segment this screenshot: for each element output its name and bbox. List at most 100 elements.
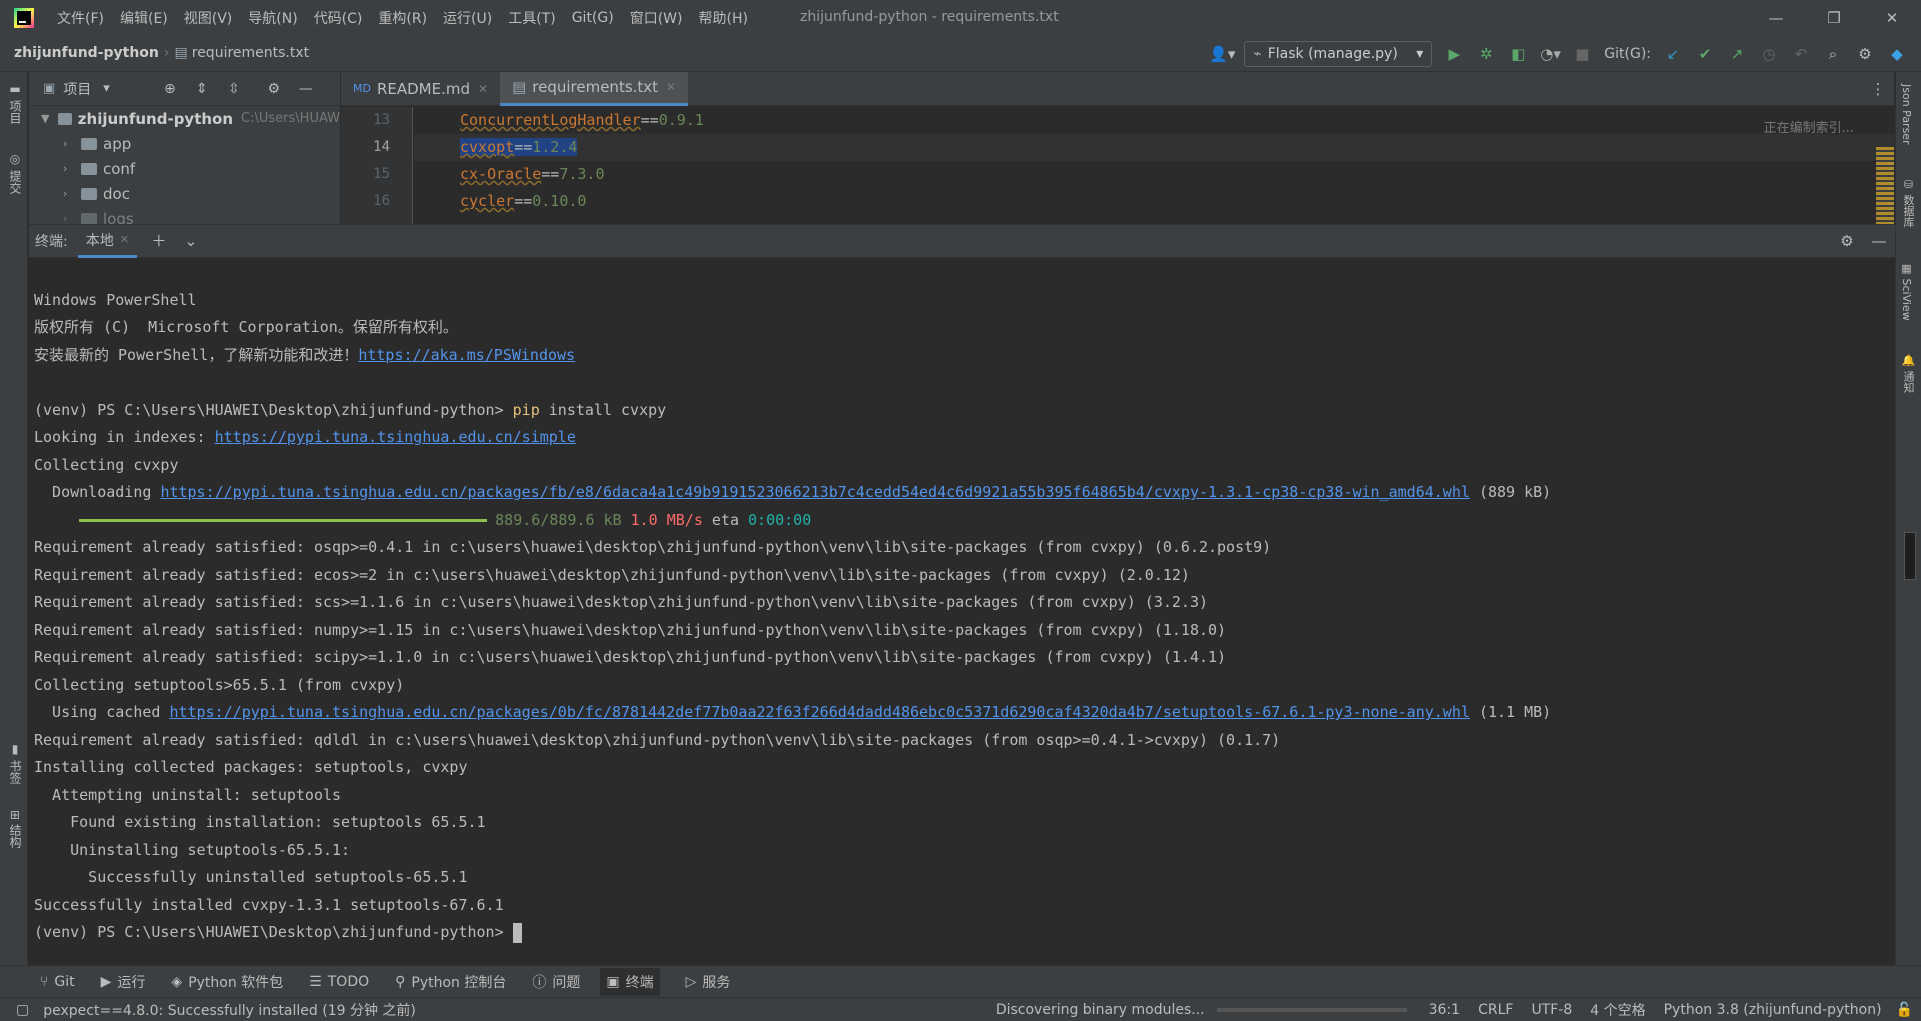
notifications-tab[interactable]: 🔔 通知 bbox=[1900, 354, 1916, 393]
toolwindow-python-console[interactable]: ⚲ Python 控制台 bbox=[395, 972, 506, 992]
close-tab-icon[interactable]: ✕ bbox=[666, 80, 676, 94]
toolwindow-git[interactable]: ⑂ Git bbox=[40, 974, 75, 990]
close-tab-icon[interactable]: ✕ bbox=[120, 233, 129, 246]
line-number: 13 bbox=[373, 112, 390, 128]
tree-item-doc[interactable]: › doc bbox=[29, 181, 340, 206]
jetbrains-toolbox-icon[interactable]: ◆ bbox=[1887, 44, 1907, 64]
expand-all-icon[interactable]: ⇕ bbox=[192, 79, 212, 99]
line-separator[interactable]: CRLF bbox=[1478, 1002, 1513, 1018]
terminal-tab-local[interactable]: 本地 ✕ bbox=[77, 224, 137, 258]
package-link[interactable]: https://pypi.tuna.tsinghua.edu.cn/packag… bbox=[169, 703, 1469, 721]
collapse-all-icon[interactable]: ⇳ bbox=[224, 79, 244, 99]
git-branch-icon: ⑂ bbox=[40, 973, 49, 990]
toolwindow-todo[interactable]: ☰ TODO bbox=[309, 974, 369, 990]
breadcrumb-file[interactable]: requirements.txt bbox=[192, 45, 309, 61]
restore-icon[interactable]: ❐ bbox=[1805, 9, 1863, 27]
menu-code[interactable]: 代码(C) bbox=[314, 8, 363, 28]
git-commit-icon[interactable]: ✔ bbox=[1695, 44, 1715, 64]
stop-icon[interactable]: ■ bbox=[1572, 44, 1592, 64]
project-toolwindow-tab[interactable]: ▬ 项目 bbox=[4, 82, 24, 124]
breadcrumb-project[interactable]: zhijunfund-python bbox=[14, 45, 159, 61]
menu-run[interactable]: 运行(U) bbox=[443, 8, 492, 28]
more-options-icon[interactable]: ⋮ bbox=[1868, 79, 1888, 99]
commit-toolwindow-tab[interactable]: ◎ 提交 bbox=[4, 152, 24, 194]
code-line[interactable]: ConcurrentLogHandler==0.9.1 bbox=[414, 107, 1894, 134]
menu-help[interactable]: 帮助(H) bbox=[698, 8, 747, 28]
add-terminal-icon[interactable]: ＋ bbox=[149, 231, 169, 251]
chevron-right-icon[interactable]: › bbox=[63, 187, 77, 200]
sciview-tab[interactable]: ▦ SciView bbox=[1900, 262, 1913, 321]
terminal-output[interactable]: Windows PowerShell 版权所有 (C) Microsoft Co… bbox=[29, 259, 1895, 965]
project-panel-title[interactable]: 项目 bbox=[63, 79, 91, 99]
toolwindow-problems[interactable]: ⓘ 问题 bbox=[532, 972, 580, 992]
profile-icon[interactable]: ◔▾ bbox=[1540, 44, 1561, 64]
git-history-icon[interactable]: ◷ bbox=[1759, 44, 1779, 64]
close-icon[interactable]: ✕ bbox=[1863, 9, 1921, 27]
bookmarks-toolwindow-tab[interactable]: ▮ 书签 bbox=[4, 742, 24, 784]
json-parser-tab[interactable]: Json Parser bbox=[1900, 84, 1913, 145]
git-push-icon[interactable]: ↗ bbox=[1727, 44, 1747, 64]
tab-requirements[interactable]: ▤ requirements.txt ✕ bbox=[500, 71, 689, 106]
hide-icon[interactable]: — bbox=[1869, 231, 1889, 251]
settings-icon[interactable]: ⚙ bbox=[1855, 44, 1875, 64]
chevron-down-icon[interactable]: ▾ bbox=[103, 81, 110, 96]
toolwindow-services[interactable]: ▷ 服务 bbox=[686, 972, 731, 992]
powershell-link[interactable]: https://aka.ms/PSWindows bbox=[358, 346, 575, 364]
run-config-select[interactable]: ⌁ Flask (manage.py) ▾ bbox=[1244, 41, 1433, 67]
chevron-right-icon[interactable]: › bbox=[63, 137, 77, 150]
file-encoding[interactable]: UTF-8 bbox=[1531, 1002, 1572, 1018]
python-interpreter[interactable]: Python 3.8 (zhijunfund-python) bbox=[1664, 1002, 1882, 1018]
chevron-down-icon[interactable]: ▼ bbox=[41, 112, 54, 125]
menu-window[interactable]: 窗口(W) bbox=[630, 8, 683, 28]
chevron-right-icon[interactable]: › bbox=[63, 212, 77, 224]
crosshair-icon[interactable]: ⊕ bbox=[160, 79, 180, 99]
database-tab[interactable]: ⛁ 数据库 bbox=[1900, 178, 1916, 228]
main-menu: 文件(F) 编辑(E) 视图(V) 导航(N) 代码(C) 重构(R) 运行(U… bbox=[57, 0, 764, 36]
lock-icon[interactable]: 🔓 bbox=[1896, 1002, 1913, 1018]
chevron-down-icon[interactable]: ⌄ bbox=[181, 231, 201, 251]
code-line[interactable]: cycler==0.10.0 bbox=[414, 188, 1894, 215]
hide-icon[interactable]: — bbox=[296, 79, 316, 99]
menu-view[interactable]: 视图(V) bbox=[184, 8, 233, 28]
code-line-current[interactable]: cvxopt==1.2.4 bbox=[414, 134, 1894, 161]
gear-icon[interactable]: ⚙ bbox=[1837, 231, 1857, 251]
status-message[interactable]: pexpect==4.8.0: Successfully installed (… bbox=[43, 1000, 996, 1020]
code-area[interactable]: ConcurrentLogHandler==0.9.1 cvxopt==1.2.… bbox=[414, 107, 1894, 257]
code-line[interactable]: cx-Oracle==7.3.0 bbox=[414, 161, 1894, 188]
git-rollback-icon[interactable]: ↶ bbox=[1791, 44, 1811, 64]
menu-file[interactable]: 文件(F) bbox=[57, 8, 104, 28]
background-task[interactable]: Discovering binary modules... bbox=[996, 1002, 1205, 1018]
tree-item-app[interactable]: › app bbox=[29, 131, 340, 156]
git-update-icon[interactable]: ↙ bbox=[1663, 44, 1683, 64]
toolwindow-terminal[interactable]: ▣ 终端 bbox=[600, 967, 660, 996]
toolwindow-run[interactable]: ▶ 运行 bbox=[101, 972, 146, 992]
toolwindow-python-packages[interactable]: ◈ Python 软件包 bbox=[171, 972, 283, 992]
gear-icon[interactable]: ⚙ bbox=[264, 79, 284, 99]
user-icon[interactable]: 👤▾ bbox=[1206, 44, 1238, 64]
structure-toolwindow-tab[interactable]: ⊞ 结构 bbox=[4, 810, 24, 848]
terminal-line: Attempting uninstall: setuptools bbox=[34, 785, 342, 804]
tree-item-conf[interactable]: › conf bbox=[29, 156, 340, 181]
package-link[interactable]: https://pypi.tuna.tsinghua.edu.cn/packag… bbox=[160, 483, 1469, 501]
chevron-right-icon[interactable]: › bbox=[63, 162, 77, 175]
tree-root[interactable]: ▼ zhijunfund-python C:\Users\HUAW bbox=[29, 106, 340, 131]
indent-setting[interactable]: 4 个空格 bbox=[1590, 1000, 1645, 1020]
layout-icon[interactable]: ▢ bbox=[16, 1002, 29, 1018]
debug-icon[interactable]: ✲ bbox=[1476, 44, 1496, 64]
run-icon[interactable]: ▶ bbox=[1444, 44, 1464, 64]
search-icon[interactable]: ⌕ bbox=[1823, 44, 1843, 64]
menu-git[interactable]: Git(G) bbox=[572, 10, 614, 26]
menu-tools[interactable]: 工具(T) bbox=[508, 8, 555, 28]
menu-edit[interactable]: 编辑(E) bbox=[120, 8, 168, 28]
line-number: 14 bbox=[373, 139, 390, 155]
coverage-icon[interactable]: ◧ bbox=[1508, 44, 1528, 64]
caret-position[interactable]: 36:1 bbox=[1429, 1002, 1460, 1018]
tree-item-logs[interactable]: › logs bbox=[29, 206, 340, 224]
tab-readme[interactable]: MD README.md ✕ bbox=[341, 72, 500, 106]
index-link[interactable]: https://pypi.tuna.tsinghua.edu.cn/simple bbox=[215, 428, 576, 446]
minimize-icon[interactable]: — bbox=[1747, 9, 1805, 27]
menu-refactor[interactable]: 重构(R) bbox=[378, 8, 427, 28]
close-tab-icon[interactable]: ✕ bbox=[478, 82, 488, 96]
tool-window-bar: ⑂ Git ▶ 运行 ◈ Python 软件包 ☰ TODO ⚲ Python 控制台 ⓘ… bbox=[0, 965, 1921, 997]
menu-navigate[interactable]: 导航(N) bbox=[248, 8, 297, 28]
